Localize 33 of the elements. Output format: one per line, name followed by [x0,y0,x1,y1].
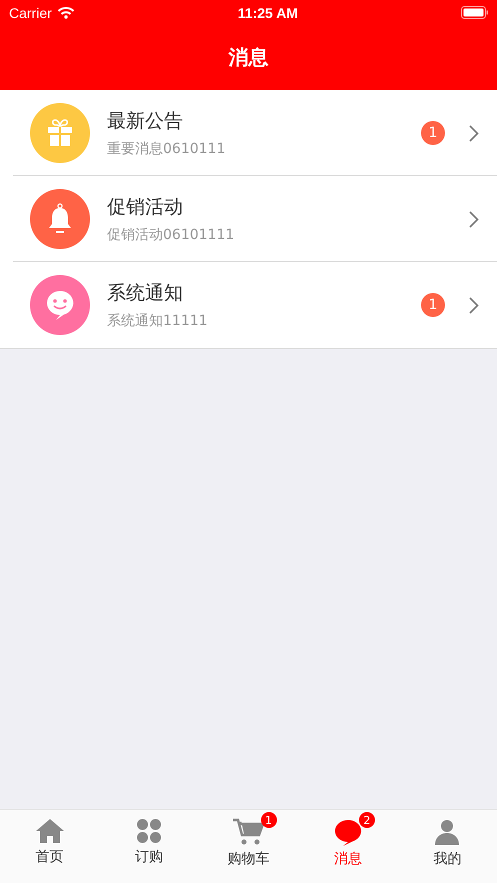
smiley-chat-icon [44,289,76,321]
message-row[interactable]: 最新公告 重要消息0610111 1 [0,90,497,176]
message-row[interactable]: 系统通知 系统通知11111 1 [0,262,497,348]
message-title: 最新公告 [107,109,184,134]
tab-item[interactable]: 首页 [0,810,100,883]
message-row[interactable]: 促销活动 促销活动06101111 [0,176,497,262]
tab-item[interactable]: 订购 [99,810,199,883]
message-preview: 促销活动06101111 [107,226,236,244]
tab-item[interactable]: 2 消息 [298,810,398,883]
tab-item[interactable]: 我的 [398,810,497,883]
person-icon [433,818,462,846]
unread-badge: 1 [421,121,445,145]
tab-item[interactable]: 1 购物车 [198,810,298,883]
count-badge: 2 [358,812,375,828]
chevron-right-icon [469,296,479,314]
message-title: 促销活动 [107,195,184,220]
chevron-right-icon [469,124,479,142]
clock-time: 11:25 AM [238,4,298,20]
grid-icon [136,818,162,844]
cart-icon [232,818,265,846]
chevron-right-icon [469,210,479,228]
gift-icon [45,118,75,148]
message-preview: 重要消息0610111 [107,140,226,158]
home-icon [34,818,65,844]
message-title: 系统通知 [107,281,184,306]
unread-badge: 1 [421,293,445,317]
carrier-label: Carrier [9,4,52,20]
count-badge: 1 [260,812,277,828]
battery-icon [461,6,489,19]
chat-icon [332,818,363,846]
wifi-icon [56,6,75,19]
page-title: 消息 [228,44,268,71]
message-preview: 系统通知11111 [107,312,209,330]
